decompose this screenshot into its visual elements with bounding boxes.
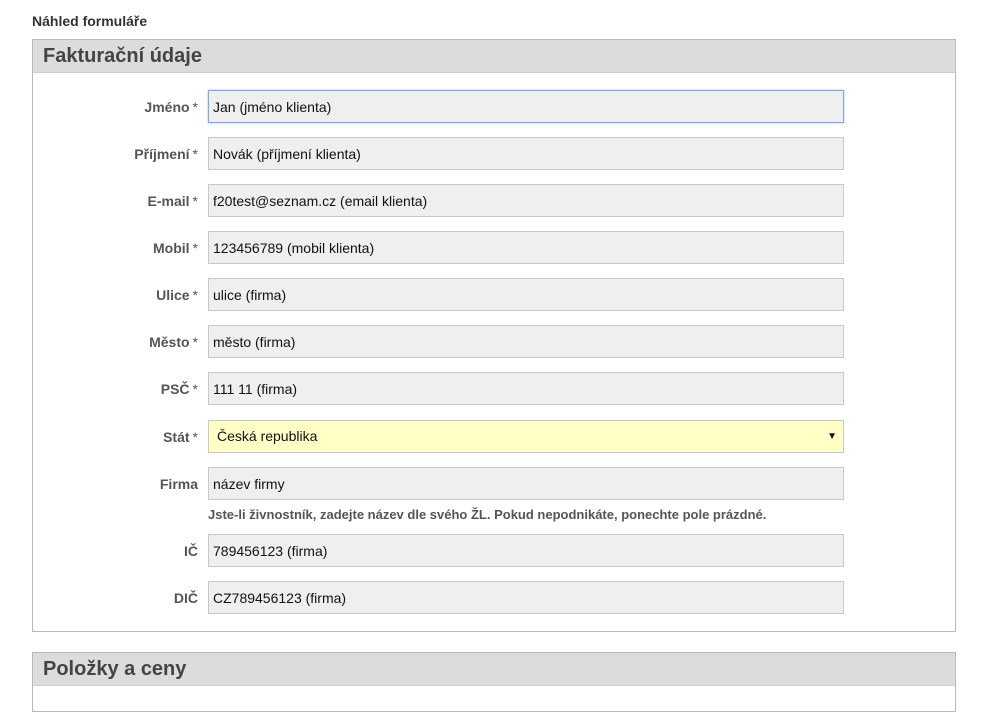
items-panel: Položky a ceny: [32, 652, 956, 712]
street-label: Ulice *: [156, 287, 198, 303]
field-row-country: Stát * Česká republika ▼: [33, 420, 955, 454]
ic-label: IČ: [184, 543, 198, 559]
country-selected-value: Česká republika: [217, 428, 318, 444]
required-mark: *: [192, 99, 198, 115]
field-row-city: Město *: [33, 325, 955, 359]
field-row-mobile: Mobil *: [33, 231, 955, 265]
zip-label: PSČ *: [160, 381, 198, 397]
chevron-down-icon: ▼: [827, 431, 837, 442]
mobile-label: Mobil *: [153, 240, 198, 256]
mobile-input[interactable]: [208, 231, 844, 264]
zip-input[interactable]: [208, 372, 844, 405]
country-label: Stát *: [163, 429, 198, 445]
first-name-input[interactable]: [208, 90, 844, 123]
city-input[interactable]: [208, 325, 844, 358]
first-name-label: Jméno *: [144, 99, 198, 115]
required-mark: *: [192, 381, 198, 397]
field-row-last-name: Příjmení *: [33, 137, 955, 171]
field-row-street: Ulice *: [33, 278, 955, 312]
required-mark: *: [192, 429, 198, 445]
company-hint: Jste-li živnostník, zadejte název dle sv…: [208, 507, 767, 522]
company-input[interactable]: [208, 467, 844, 500]
last-name-input[interactable]: [208, 137, 844, 170]
dic-label: DIČ: [173, 590, 198, 606]
street-input[interactable]: [208, 278, 844, 311]
required-mark: *: [192, 240, 198, 256]
items-panel-title: Položky a ceny: [33, 653, 955, 686]
required-mark: *: [192, 334, 198, 350]
company-label: Firma: [159, 476, 198, 492]
required-mark: *: [192, 146, 198, 162]
required-mark: *: [192, 287, 198, 303]
email-input[interactable]: [208, 184, 844, 217]
ic-input[interactable]: [208, 534, 844, 567]
billing-panel-title: Fakturační údaje: [33, 40, 955, 73]
dic-input[interactable]: [208, 581, 844, 614]
field-row-first-name: Jméno *: [33, 90, 955, 124]
field-row-dic: DIČ: [33, 581, 955, 615]
billing-panel: Fakturační údaje Jméno* Příjmení* E-mail…: [32, 39, 956, 632]
city-label: Město *: [149, 334, 198, 350]
field-row-company: Firma: [33, 467, 955, 501]
email-label: E-mail *: [147, 193, 198, 209]
last-name-label: Příjmení *: [134, 146, 198, 162]
field-row-ic: IČ: [33, 534, 955, 568]
country-select[interactable]: Česká republika ▼: [208, 420, 844, 453]
page-heading: Náhled formuláře: [32, 13, 148, 29]
field-row-email: E-mail *: [33, 184, 955, 218]
required-mark: *: [192, 193, 198, 209]
field-row-zip: PSČ *: [33, 372, 955, 406]
